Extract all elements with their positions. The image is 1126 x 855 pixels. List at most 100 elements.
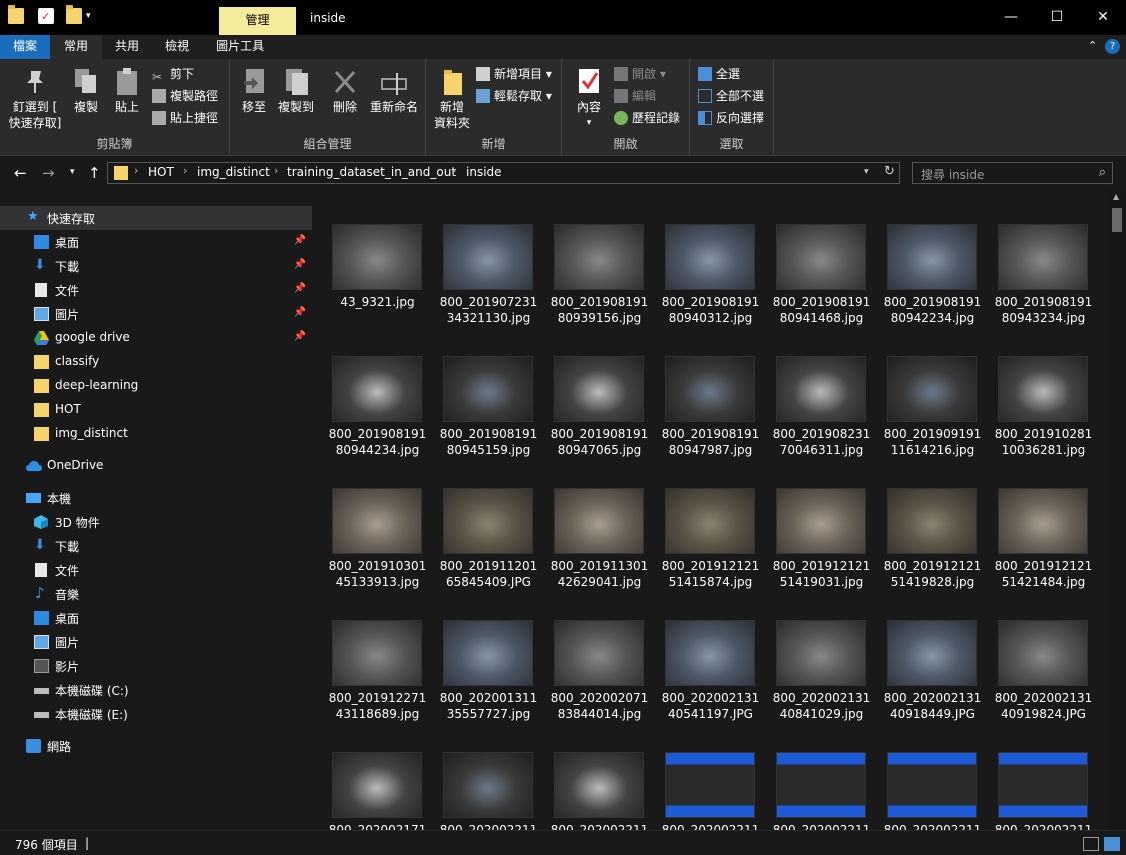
sidebar-item-network[interactable]: 網路: [0, 734, 312, 758]
edit-button[interactable]: 編輯: [614, 87, 656, 105]
file-thumbnail[interactable]: 800_201910281 10036281.jpg: [988, 322, 1099, 457]
sidebar-item-pc-documents[interactable]: 文件: [0, 558, 312, 582]
tab-home[interactable]: 常用: [50, 35, 103, 59]
open-button[interactable]: 開啟 ▾: [614, 65, 666, 83]
help-icon[interactable]: ?: [1105, 39, 1120, 54]
sidebar-item-onedrive[interactable]: OneDrive: [0, 454, 312, 478]
file-thumbnail[interactable]: 800_201908191 80947065.jpg: [544, 322, 655, 457]
sidebar-item-videos[interactable]: 影片: [0, 654, 312, 678]
file-thumbnail[interactable]: 800_202002131 40919824.JPG: [988, 586, 1099, 721]
chevron-right-icon[interactable]: ›: [274, 164, 278, 177]
file-thumbnail[interactable]: 800_201908191 80944234.jpg: [322, 322, 433, 457]
scrollbar-thumb[interactable]: [1112, 208, 1122, 232]
sidebar-item-pc-downloads[interactable]: ⬇ 下載: [0, 534, 312, 558]
file-thumbnail[interactable]: 800_201908191 80942234.jpg: [877, 190, 988, 325]
sidebar-item-3d-objects[interactable]: 3D 物件: [0, 510, 312, 534]
pin-icon[interactable]: 📌: [294, 235, 306, 246]
file-thumbnail[interactable]: 800_201907231 34321130.jpg: [433, 190, 544, 325]
refresh-icon[interactable]: ↻: [884, 164, 895, 179]
customize-toolbar-icon[interactable]: ▾: [86, 11, 91, 21]
history-button[interactable]: 歷程記錄: [614, 109, 680, 127]
folder-icon[interactable]: [8, 5, 24, 24]
file-thumbnail[interactable]: 800_201910301 45133913.jpg: [322, 454, 433, 589]
vertical-scrollbar[interactable]: ▲: [1108, 190, 1126, 830]
sidebar-item-classify[interactable]: classify: [0, 350, 312, 374]
up-arrow-icon[interactable]: ↑: [88, 164, 101, 182]
pin-icon[interactable]: 📌: [294, 307, 306, 318]
file-thumbnail[interactable]: 800_202002131 40841029.jpg: [766, 586, 877, 721]
move-to-button[interactable]: 移至: [238, 67, 270, 115]
paste-shortcut-button[interactable]: 貼上捷徑: [152, 109, 218, 127]
file-thumbnail[interactable]: 800_202002171: [322, 718, 433, 830]
rename-button[interactable]: 重新命名: [368, 67, 420, 115]
file-thumbnail[interactable]: 800_201911301 42629041.jpg: [544, 454, 655, 589]
file-thumbnail[interactable]: 800_202002131 40918449.JPG: [877, 586, 988, 721]
tab-file[interactable]: 檔案: [0, 35, 51, 59]
breadcrumb-hot[interactable]: HOT: [148, 165, 174, 179]
file-thumbnail[interactable]: 800_202002211: [433, 718, 544, 830]
new-item-button[interactable]: 新增項目 ▾: [476, 65, 552, 83]
tab-share[interactable]: 共用: [102, 35, 152, 59]
file-thumbnail[interactable]: 800_202002211: [766, 718, 877, 830]
file-thumbnail[interactable]: 800_201908191 80947987.jpg: [655, 322, 766, 457]
properties-dropdown-icon[interactable]: ▾: [572, 115, 606, 131]
copy-to-button[interactable]: 複製到: [276, 67, 316, 115]
breadcrumb-training-dataset[interactable]: training_dataset_in_and_out: [287, 165, 456, 179]
search-icon[interactable]: ⌕: [1099, 165, 1106, 180]
file-thumbnail[interactable]: 800_201908191 80939156.jpg: [544, 190, 655, 325]
large-icons-view-icon[interactable]: [1104, 837, 1120, 851]
invert-selection-button[interactable]: 反向選擇: [698, 109, 764, 127]
new-folder-button[interactable]: 新增 資料夾: [432, 67, 472, 131]
sidebar-item-music[interactable]: ♪ 音樂: [0, 582, 312, 606]
sidebar-item-pc-pictures[interactable]: 圖片: [0, 630, 312, 654]
file-thumbnail[interactable]: 800_202001311 35557727.jpg: [433, 586, 544, 721]
new-folder-icon[interactable]: [66, 5, 82, 24]
collapse-ribbon-icon[interactable]: ⌃: [1088, 39, 1097, 52]
file-thumbnail[interactable]: 800_202002211: [877, 718, 988, 830]
sidebar-item-quick-access[interactable]: ★ 快速存取: [0, 206, 312, 230]
select-none-button[interactable]: 全部不選: [698, 87, 764, 105]
recent-locations-icon[interactable]: ▾: [70, 167, 75, 177]
sidebar-item-deep-learning[interactable]: deep-learning: [0, 374, 312, 398]
file-thumbnail[interactable]: 800_201912121 51419828.jpg: [877, 454, 988, 589]
copy-path-button[interactable]: 複製路徑: [152, 87, 218, 105]
close-button[interactable]: ✕: [1080, 0, 1126, 35]
sidebar-item-downloads[interactable]: ⬇ 下載 📌: [0, 254, 312, 278]
file-thumbnail[interactable]: 800_202002131 40541197.JPG: [655, 586, 766, 721]
sidebar-item-hot[interactable]: HOT: [0, 398, 312, 422]
pin-quick-access-button[interactable]: 釘選到 [ 快速存取]: [6, 67, 64, 131]
sidebar-item-google-drive[interactable]: google drive 📌: [0, 326, 312, 350]
copy-button[interactable]: 複製: [68, 67, 104, 115]
file-thumbnail[interactable]: 43_9321.jpg: [322, 190, 433, 320]
manage-context-tab[interactable]: 管理: [219, 7, 296, 35]
paste-button[interactable]: 貼上: [110, 67, 144, 115]
file-thumbnail[interactable]: 800_202002211: [988, 718, 1099, 830]
sidebar-item-pictures[interactable]: 圖片 📌: [0, 302, 312, 326]
properties-icon[interactable]: ✓: [38, 8, 54, 24]
file-thumbnail[interactable]: 800_201911201 65845409.JPG: [433, 454, 544, 589]
pin-icon[interactable]: 📌: [294, 259, 306, 270]
sidebar-item-documents[interactable]: 文件 📌: [0, 278, 312, 302]
file-thumbnail[interactable]: 800_201908191 80941468.jpg: [766, 190, 877, 325]
file-thumbnail[interactable]: 800_201908231 70046311.jpg: [766, 322, 877, 457]
file-thumbnail[interactable]: 800_201912121 51415874.jpg: [655, 454, 766, 589]
address-bar[interactable]: › HOT › img_distinct › training_dataset_…: [107, 162, 900, 184]
chevron-right-icon[interactable]: ›: [452, 164, 456, 177]
pin-icon[interactable]: 📌: [294, 331, 306, 342]
sidebar-item-img-distinct[interactable]: img_distinct: [0, 422, 312, 446]
properties-button[interactable]: 內容 ▾: [572, 67, 606, 131]
pin-icon[interactable]: 📌: [294, 283, 306, 294]
file-thumbnail[interactable]: 800_202002071 83844014.jpg: [544, 586, 655, 721]
sidebar-item-pc-desktop[interactable]: 桌面: [0, 606, 312, 630]
tab-view[interactable]: 檢視: [152, 35, 202, 59]
forward-arrow-icon[interactable]: →: [42, 164, 55, 182]
file-thumbnail[interactable]: 800_201908191 80943234.jpg: [988, 190, 1099, 325]
breadcrumb-img-distinct[interactable]: img_distinct: [197, 165, 270, 179]
file-thumbnail[interactable]: 800_201908191 80940312.jpg: [655, 190, 766, 325]
file-thumbnail[interactable]: 800_201912121 51419031.jpg: [766, 454, 877, 589]
sidebar-item-drive-e[interactable]: 本機磁碟 (E:): [0, 702, 312, 726]
tab-picture-tools[interactable]: 圖片工具: [202, 35, 276, 59]
maximize-button[interactable]: ☐: [1034, 0, 1080, 35]
breadcrumb-inside[interactable]: inside: [466, 165, 502, 179]
search-input[interactable]: 搜尋 inside ⌕: [912, 162, 1113, 184]
